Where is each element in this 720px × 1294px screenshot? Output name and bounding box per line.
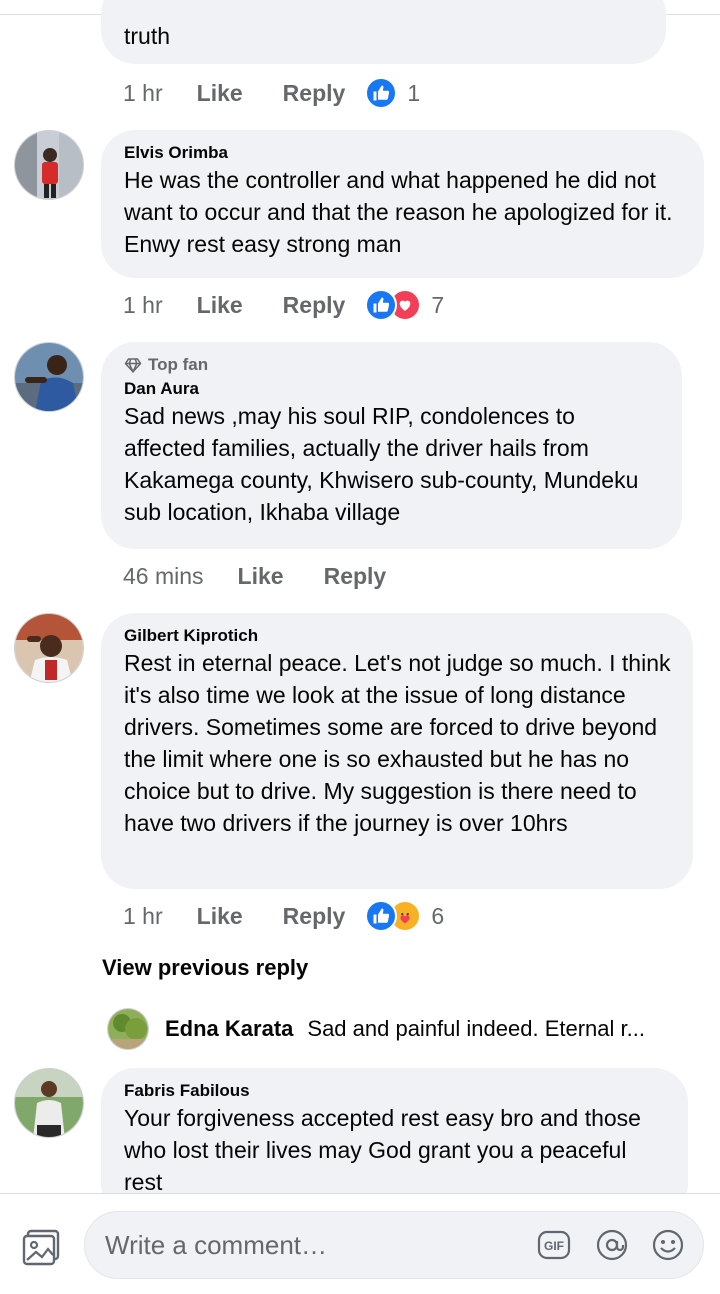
like-icon	[365, 77, 398, 109]
reactions-summary[interactable]: 6	[365, 900, 444, 932]
comment-author[interactable]: Fabris Fabilous	[124, 1080, 666, 1102]
comment-actions: 1 hr Like Reply 1	[123, 77, 420, 109]
comment-input-box[interactable]: GIF	[84, 1211, 704, 1279]
top-fan-badge: Top fan	[124, 354, 660, 376]
reaction-count: 6	[431, 902, 445, 929]
comment-author[interactable]: Gilbert Kiprotich	[124, 625, 671, 647]
reaction-count: 1	[407, 79, 421, 106]
comment-bubble[interactable]: Elvis Orimba He was the controller and w…	[101, 130, 704, 278]
comment-time[interactable]: 1 hr	[123, 903, 163, 930]
reply-button[interactable]: Reply	[283, 80, 346, 107]
gif-icon[interactable]: GIF	[537, 1228, 571, 1262]
comment-text: truth	[124, 23, 171, 49]
avatar[interactable]	[14, 1068, 84, 1138]
comment-time[interactable]: 46 mins	[123, 563, 204, 590]
comment-time[interactable]: 1 hr	[123, 292, 163, 319]
comment-text: He was the controller and what happened …	[124, 167, 673, 257]
comment-actions: 1 hr Like Reply 7	[123, 289, 444, 321]
comment-author[interactable]: Dan Aura	[124, 378, 660, 400]
emoji-icon[interactable]	[651, 1228, 685, 1262]
comment-bubble[interactable]: Gilbert Kiprotich Rest in eternal peace.…	[101, 613, 693, 889]
comment-time[interactable]: 1 hr	[123, 80, 163, 107]
gif-label: GIF	[544, 1239, 564, 1253]
comment-author[interactable]: Elvis Orimba	[124, 142, 682, 164]
diamond-icon	[124, 358, 142, 373]
mention-icon[interactable]	[595, 1228, 629, 1262]
avatar[interactable]	[14, 342, 84, 412]
comment-bubble[interactable]: truth	[101, 0, 666, 64]
avatar[interactable]	[14, 130, 84, 200]
avatar[interactable]	[14, 613, 84, 683]
like-button[interactable]: Like	[238, 563, 284, 590]
comment-input[interactable]	[105, 1229, 525, 1261]
comment-actions: 46 mins Like Reply	[123, 561, 426, 591]
reply-preview[interactable]: Edna Karata Sad and painful indeed. Eter…	[107, 1008, 707, 1050]
reply-author[interactable]: Edna Karata	[165, 1016, 293, 1042]
reactions-summary[interactable]: 7	[365, 289, 444, 321]
avatar[interactable]	[107, 1008, 149, 1050]
comment-composer: GIF	[0, 1193, 720, 1294]
like-button[interactable]: Like	[197, 292, 243, 319]
reply-button[interactable]: Reply	[324, 563, 387, 590]
reaction-count: 7	[431, 291, 445, 318]
badge-label: Top fan	[148, 355, 209, 374]
comment-text: Your forgiveness accepted rest easy bro …	[124, 1105, 641, 1195]
reply-button[interactable]: Reply	[283, 903, 346, 930]
comment-text: Sad news ,may his soul RIP, condolences …	[124, 403, 639, 525]
comment-text: Rest in eternal peace. Let's not judge s…	[124, 650, 671, 836]
view-previous-reply-link[interactable]: View previous reply	[102, 955, 308, 981]
like-icon	[365, 900, 398, 932]
like-button[interactable]: Like	[197, 80, 243, 107]
like-button[interactable]: Like	[197, 903, 243, 930]
comment-bubble[interactable]: Top fan Dan Aura Sad news ,may his soul …	[101, 342, 682, 549]
comment-actions: 1 hr Like Reply 6	[123, 900, 444, 932]
reply-button[interactable]: Reply	[283, 292, 346, 319]
like-icon	[365, 289, 398, 321]
photo-icon[interactable]	[22, 1227, 62, 1267]
reactions-summary[interactable]: 1	[365, 77, 420, 109]
reply-text: Sad and painful indeed. Eternal r...	[307, 1016, 645, 1041]
